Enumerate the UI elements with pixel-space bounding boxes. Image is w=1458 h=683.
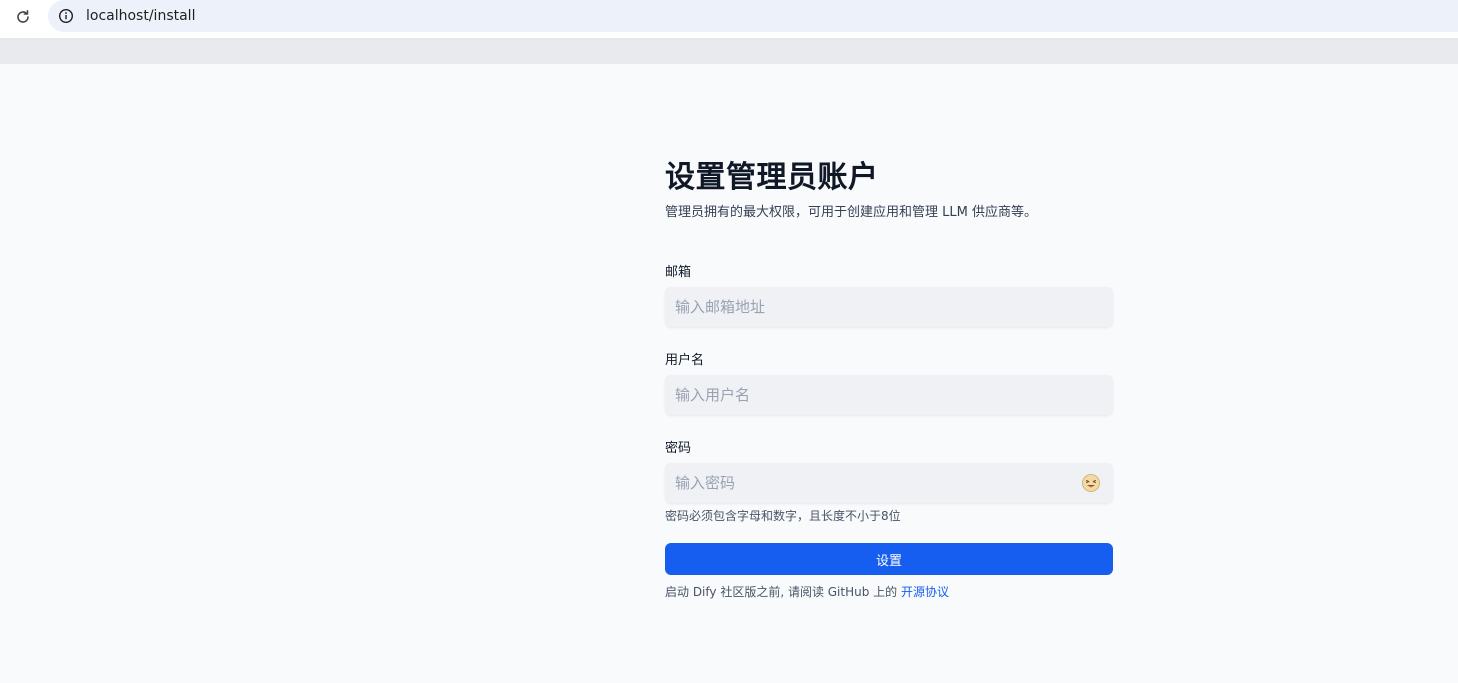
setup-button[interactable]: 设置 bbox=[665, 543, 1113, 575]
password-field-wrapper bbox=[665, 463, 1113, 503]
emoji-squint-tongue-icon bbox=[1082, 474, 1100, 492]
password-field[interactable] bbox=[665, 463, 1113, 503]
page-title: 设置管理员账户 bbox=[665, 160, 879, 195]
password-label: 密码 bbox=[665, 441, 692, 456]
username-label: 用户名 bbox=[665, 353, 705, 368]
username-field-wrapper bbox=[665, 375, 1113, 415]
email-label: 邮箱 bbox=[665, 265, 692, 280]
license-link[interactable]: 开源协议 bbox=[901, 585, 949, 599]
address-bar[interactable]: localhost/install bbox=[48, 0, 1458, 32]
email-field-wrapper bbox=[665, 287, 1113, 327]
license-notice-text: 启动 Dify 社区版之前, 请阅读 GitHub 上的 bbox=[665, 585, 898, 599]
browser-toolbar: localhost/install bbox=[0, 0, 1458, 39]
password-hint: 密码必须包含字母和数字，且长度不小于8位 bbox=[665, 509, 901, 523]
header-strip bbox=[0, 39, 1458, 64]
password-visibility-toggle[interactable] bbox=[1081, 473, 1101, 493]
license-notice: 启动 Dify 社区版之前, 请阅读 GitHub 上的 开源协议 bbox=[665, 583, 949, 600]
page-subtitle: 管理员拥有的最大权限，可用于创建应用和管理 LLM 供应商等。 bbox=[665, 205, 1037, 220]
site-info-icon[interactable] bbox=[56, 6, 76, 26]
url-text: localhost/install bbox=[86, 8, 196, 24]
reload-icon[interactable] bbox=[12, 6, 34, 28]
email-field[interactable] bbox=[665, 287, 1113, 327]
username-field[interactable] bbox=[665, 375, 1113, 415]
